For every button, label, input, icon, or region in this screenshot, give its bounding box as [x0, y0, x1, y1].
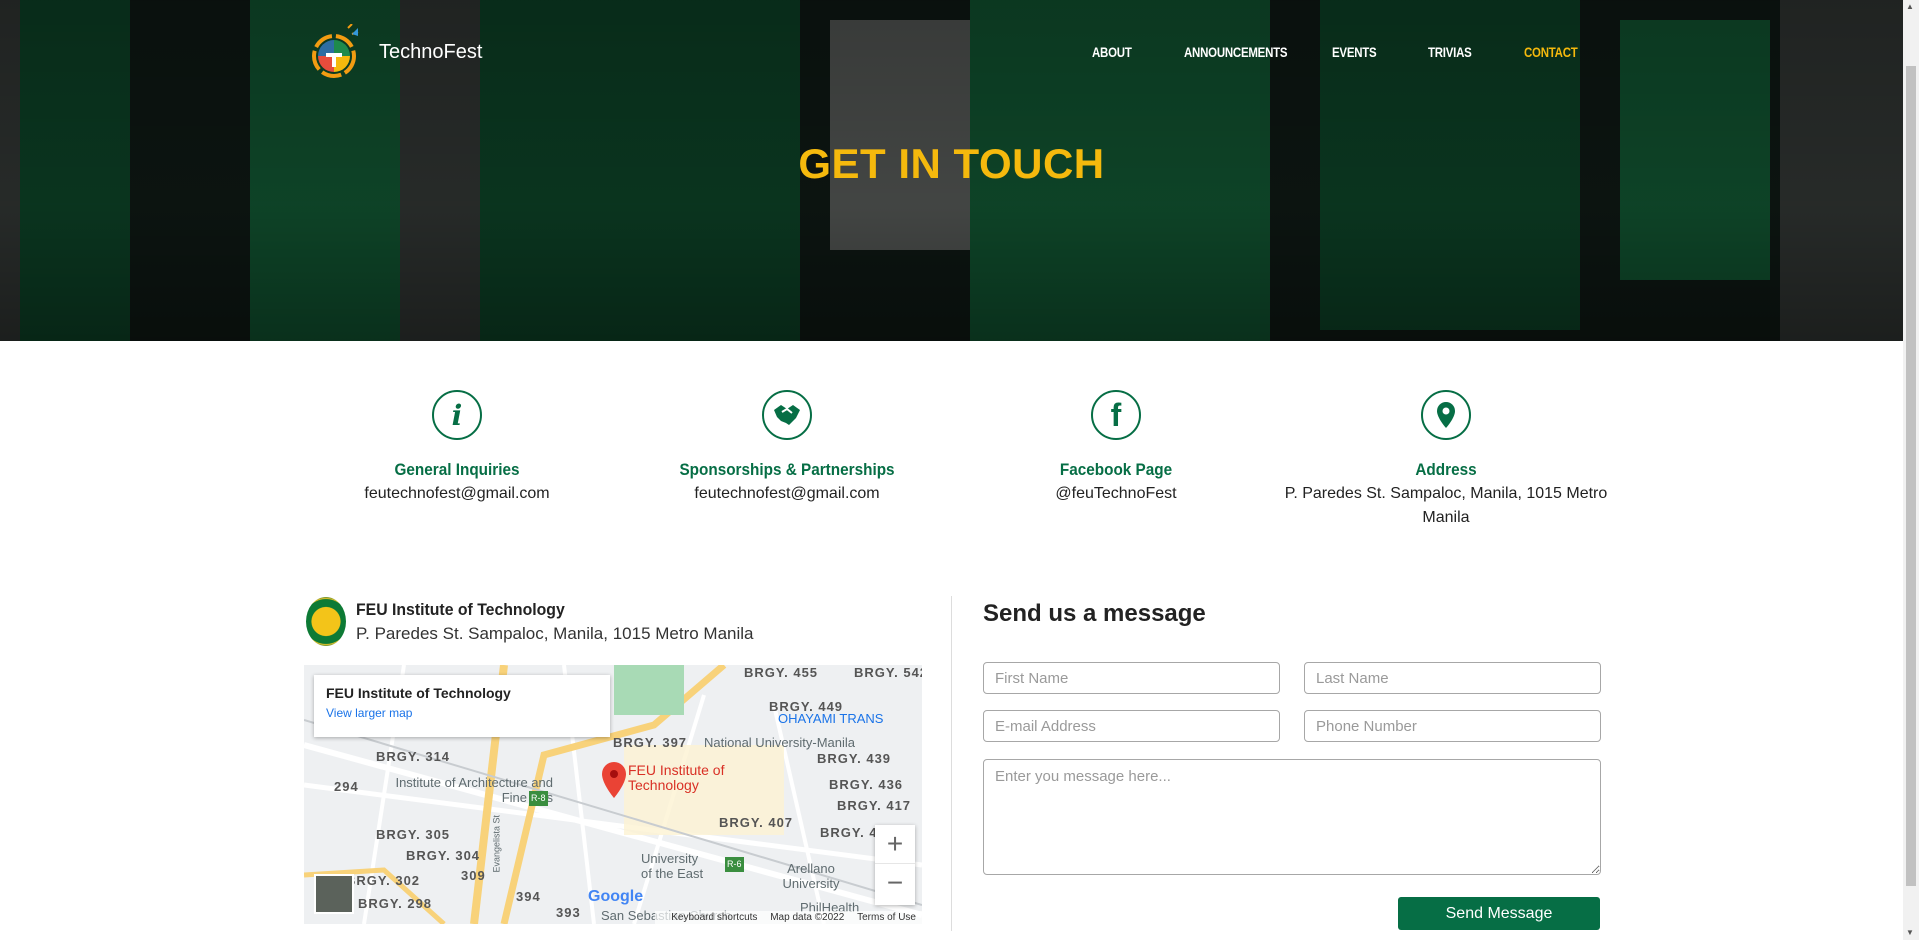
- first-name-input[interactable]: [983, 662, 1280, 694]
- nav-contact[interactable]: CONTACT: [1524, 44, 1578, 60]
- location-name: FEU Institute of Technology: [356, 600, 565, 619]
- google-logo: Google: [588, 888, 644, 905]
- map-marker-icon[interactable]: [599, 760, 629, 800]
- map-marker-label: FEU Institute of Technology: [628, 762, 725, 793]
- location-pin-icon: [1421, 390, 1471, 440]
- contact-value: P. Paredes St. Sampaloc, Manila, 1015 Me…: [1284, 485, 1608, 526]
- zoom-in-button[interactable]: +: [875, 825, 915, 863]
- map-label: BRGY. 439: [817, 751, 892, 766]
- map-label: BRGY. 397: [613, 735, 688, 750]
- phone-input[interactable]: [1304, 710, 1601, 742]
- map-label: Arellano University: [782, 861, 840, 891]
- contact-label: Facebook Page: [1059, 460, 1173, 479]
- map-footer: Keyboard shortcuts Map data ©2022 Terms …: [655, 911, 922, 924]
- nav-events[interactable]: EVENTS: [1332, 44, 1377, 60]
- map-label: BRGY. 304: [406, 848, 481, 863]
- map-label: 394: [516, 889, 541, 904]
- map-label: OHAYAMI TRANS: [778, 711, 884, 726]
- message-textarea[interactable]: [983, 759, 1601, 875]
- map-label: University of the East: [641, 851, 704, 881]
- form-title: Send us a message: [983, 600, 1206, 627]
- map-label: BRGY. 455: [744, 665, 819, 680]
- contact-facebook: f Facebook Page @feuTechnoFest: [946, 390, 1286, 506]
- contact-general-inquiries: i General Inquiries feutechnofest@gmail.…: [287, 390, 627, 506]
- contact-address: Address P. Paredes St. Sampaloc, Manila,…: [1276, 390, 1616, 530]
- map-label: BRGY. 436: [829, 777, 904, 792]
- map-label: Evangelista St: [491, 814, 502, 873]
- contact-label: Sponsorships & Partnerships: [679, 460, 895, 479]
- brand-name[interactable]: TechnoFest: [379, 41, 482, 64]
- keyboard-shortcuts-link[interactable]: Keyboard shortcuts: [671, 912, 757, 923]
- view-larger-map-link[interactable]: View larger map: [326, 706, 598, 720]
- map-label: 309: [461, 868, 486, 883]
- map-label: BRGY. 314: [376, 749, 451, 764]
- contact-sponsorships: Sponsorships & Partnerships feutechnofes…: [617, 390, 957, 506]
- map-data-text: Map data ©2022: [770, 912, 845, 923]
- nav-about[interactable]: ABOUT: [1092, 44, 1132, 60]
- last-name-input[interactable]: [1304, 662, 1601, 694]
- map-label: 294: [334, 779, 359, 794]
- contact-value: feutechnofest@gmail.com: [694, 485, 880, 502]
- map-card-title: FEU Institute of Technology: [326, 685, 511, 701]
- map-label: BRGY. 407: [719, 815, 794, 830]
- google-map[interactable]: BRGY. 455 BRGY. 542 BRGY. 449 OHAYAMI TR…: [304, 665, 922, 924]
- contact-value: feutechnofest@gmail.com: [364, 485, 550, 502]
- satellite-toggle[interactable]: [314, 874, 354, 914]
- scrollbar-thumb[interactable]: [1906, 66, 1916, 886]
- terms-of-use-link[interactable]: Terms of Use: [857, 912, 916, 923]
- send-message-button[interactable]: Send Message: [1398, 897, 1600, 930]
- map-label: National University-Manila: [704, 735, 855, 750]
- nav-announcements[interactable]: ANNOUNCEMENTS: [1184, 44, 1288, 60]
- location-address: P. Paredes St. Sampaloc, Manila, 1015 Me…: [356, 624, 754, 643]
- map-label: R-8: [529, 791, 548, 806]
- contact-label: General Inquiries: [394, 460, 520, 479]
- scroll-down-arrow-icon[interactable]: ▼: [1906, 928, 1914, 937]
- map-label: BRGY. 417: [837, 798, 912, 813]
- email-input[interactable]: [983, 710, 1280, 742]
- map-label: BRGY. 542: [854, 665, 922, 680]
- section-divider: [951, 596, 952, 931]
- technofest-logo[interactable]: [312, 24, 362, 82]
- scroll-up-arrow-icon[interactable]: ▲: [1906, 2, 1914, 11]
- handshake-icon: [762, 390, 812, 440]
- map-label: BRGY. 298: [358, 896, 433, 911]
- info-icon: i: [432, 390, 482, 440]
- hero-banner: TechnoFest ABOUT ANNOUNCEMENTS EVENTS TR…: [0, 0, 1903, 341]
- map-label: 393: [556, 905, 581, 920]
- zoom-out-button[interactable]: −: [875, 863, 915, 902]
- map-info-card: FEU Institute of Technology View larger …: [314, 675, 610, 737]
- contact-value[interactable]: @feuTechnoFest: [946, 482, 1286, 506]
- map-label: BRGY. 302: [346, 873, 421, 888]
- feu-logo: [306, 597, 346, 646]
- contact-label: Address: [1415, 460, 1477, 479]
- nav-trivias[interactable]: TRIVIAS: [1428, 44, 1472, 60]
- facebook-icon[interactable]: f: [1091, 390, 1141, 440]
- map-zoom-controls: + −: [875, 825, 915, 905]
- map-label: BRGY. 305: [376, 827, 451, 842]
- page-title: GET IN TOUCH: [798, 140, 1105, 187]
- map-label: R-6: [725, 857, 744, 872]
